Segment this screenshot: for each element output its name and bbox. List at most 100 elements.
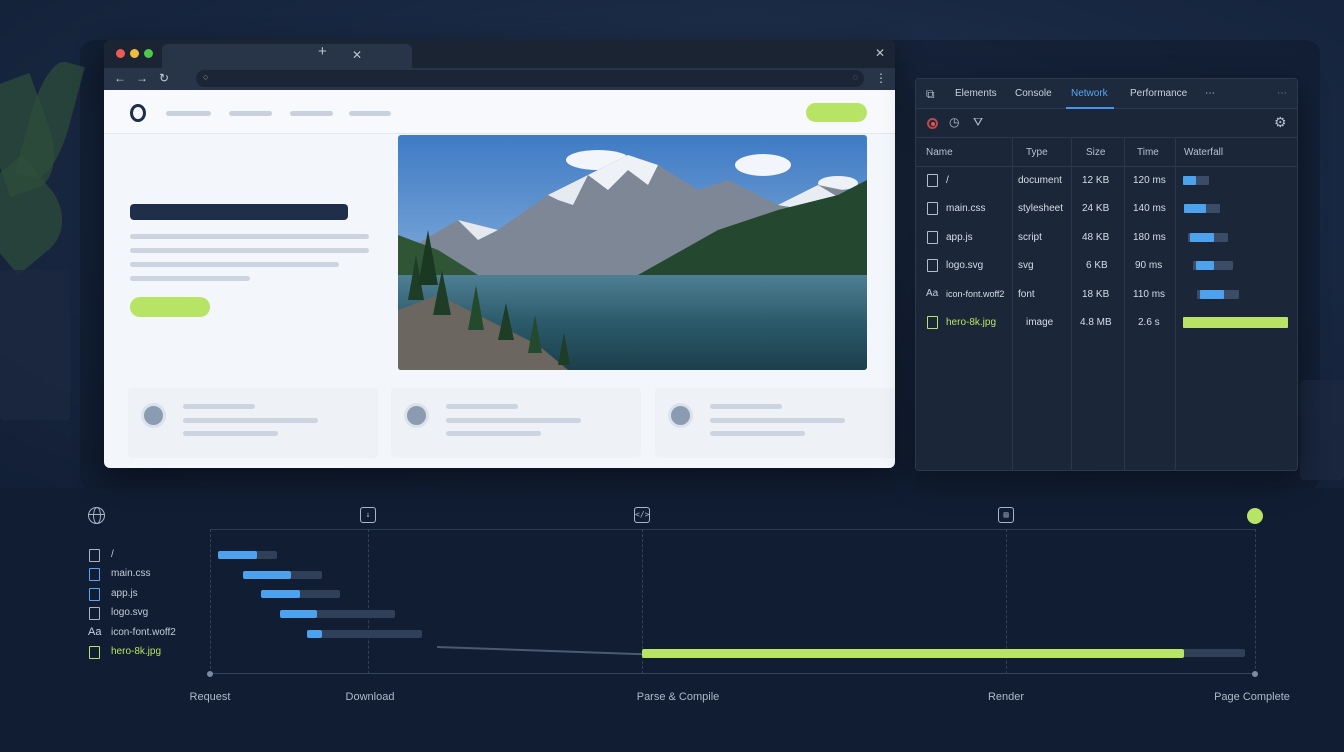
stage-label-download: Download: [345, 691, 395, 703]
globe-icon: [88, 507, 105, 524]
request-time: 140 ms: [1133, 203, 1166, 214]
stage-guide-line: [368, 529, 369, 674]
column-header-name[interactable]: Name: [926, 147, 953, 158]
gear-icon[interactable]: ⚙: [1274, 114, 1287, 131]
waterfall-bar: [1183, 317, 1288, 328]
request-name: icon-font.woff2: [946, 289, 1005, 299]
avatar: [668, 403, 693, 428]
request-name: hero-8k.jpg: [946, 317, 997, 328]
browser-tab[interactable]: ✕: [162, 44, 412, 68]
network-toolbar: ◷ ⛛ ⚙: [916, 109, 1297, 138]
nav-link-placeholder[interactable]: [166, 111, 211, 116]
clear-icon[interactable]: ◷: [949, 115, 959, 129]
forward-icon[interactable]: →: [136, 71, 148, 85]
font-icon: Aa: [88, 626, 102, 638]
request-type: stylesheet: [1018, 203, 1064, 214]
hero-text-line: [130, 248, 369, 253]
request-size: 4.8 MB: [1080, 317, 1112, 328]
more-tabs-icon[interactable]: ⋯: [1205, 88, 1215, 99]
tab-elements[interactable]: Elements: [955, 88, 997, 99]
nav-link-placeholder[interactable]: [229, 111, 272, 116]
feature-card[interactable]: [655, 388, 895, 458]
card-text-line: [183, 431, 278, 436]
css-file-icon: [927, 202, 938, 215]
header-cta-button[interactable]: [806, 103, 867, 122]
maximize-window-dot[interactable]: [144, 49, 153, 58]
more-menu-icon[interactable]: ⋮: [875, 71, 887, 85]
inspect-element-icon[interactable]: ⧉: [926, 87, 935, 102]
network-request-row[interactable]: logo.svg svg 6 KB 90 ms: [916, 252, 1297, 280]
font-icon: Aa: [926, 288, 939, 299]
resource-label: app.js: [111, 588, 138, 599]
tab-performance[interactable]: Performance: [1130, 88, 1187, 99]
column-header-size[interactable]: Size: [1086, 147, 1105, 158]
network-request-row[interactable]: hero-8k.jpg image 4.8 MB 2.6 s: [916, 309, 1297, 337]
image-icon: [927, 316, 938, 329]
column-header-type[interactable]: Type: [1026, 147, 1048, 158]
column-header-time[interactable]: Time: [1137, 147, 1159, 158]
new-tab-icon[interactable]: +: [318, 43, 327, 60]
back-icon[interactable]: ←: [114, 71, 126, 85]
timeline-bar-fill: [307, 630, 322, 638]
request-type: script: [1018, 232, 1042, 243]
network-request-row[interactable]: / document 12 KB 120 ms: [916, 167, 1297, 195]
stage-guide-line: [1255, 529, 1256, 674]
hero-cta-button[interactable]: [130, 297, 210, 317]
browser-tab-bar: ✕ + ✕: [104, 40, 895, 68]
record-icon[interactable]: [927, 118, 938, 129]
css-file-icon: [89, 568, 100, 581]
network-request-row[interactable]: app.js script 48 KB 180 ms: [916, 224, 1297, 252]
feature-card[interactable]: [128, 388, 378, 458]
close-icon[interactable]: ✕: [875, 46, 885, 60]
js-file-icon: [927, 231, 938, 244]
waterfall-bar-fill: [1200, 290, 1224, 299]
close-tab-icon[interactable]: ✕: [352, 48, 362, 62]
feature-card[interactable]: [391, 388, 641, 458]
tab-console[interactable]: Console: [1015, 88, 1052, 99]
devtools-menu-icon[interactable]: ⋯: [1277, 88, 1287, 99]
page-viewport: [104, 90, 895, 468]
js-file-icon: [89, 588, 100, 601]
resource-label: hero-8k.jpg: [111, 646, 162, 657]
render-window-icon: ▤: [998, 507, 1014, 523]
image-icon: [89, 646, 100, 659]
resource-label: main.css: [111, 568, 151, 579]
card-title-placeholder: [446, 404, 518, 409]
site-info-icon[interactable]: ○: [203, 72, 208, 82]
tab-network[interactable]: Network: [1071, 88, 1108, 99]
resource-label: icon-font.woff2: [111, 627, 176, 638]
timeline-bar-fill: [280, 610, 317, 618]
nav-link-placeholder[interactable]: [290, 111, 333, 116]
minimize-window-dot[interactable]: [130, 49, 139, 58]
timeline-bar-fill: [243, 571, 291, 579]
card-text-line: [710, 418, 845, 423]
devtools-tab-bar: ⧉ Elements Console Network Performance ⋯…: [916, 79, 1297, 109]
site-logo[interactable]: [130, 104, 146, 122]
request-size: 12 KB: [1082, 175, 1110, 186]
card-title-placeholder: [183, 404, 255, 409]
reload-icon[interactable]: ↻: [159, 71, 169, 85]
request-time: 90 ms: [1135, 260, 1163, 271]
column-header-waterfall[interactable]: Waterfall: [1184, 147, 1223, 158]
avatar: [404, 403, 429, 428]
timeline-bar-fill: [261, 590, 300, 598]
network-request-row[interactable]: Aa icon-font.woff2 font 18 KB 110 ms: [916, 281, 1297, 309]
close-window-dot[interactable]: [116, 49, 125, 58]
image-icon: [89, 607, 100, 620]
hero-title-placeholder: [130, 204, 348, 220]
request-time: 110 ms: [1133, 289, 1166, 300]
request-size: 48 KB: [1082, 232, 1110, 243]
address-bar[interactable]: ○ ◌: [196, 70, 864, 87]
mountain-lake-photo: [398, 135, 867, 370]
card-text-line: [710, 431, 805, 436]
request-time: 2.6 s: [1138, 317, 1160, 328]
filter-icon[interactable]: ⛛: [973, 115, 983, 130]
nav-link-placeholder[interactable]: [349, 111, 391, 116]
code-icon: </>: [634, 507, 650, 523]
network-request-row[interactable]: main.css stylesheet 24 KB 140 ms: [916, 195, 1297, 223]
desk-object: [1300, 380, 1344, 480]
refresh-icon[interactable]: ◌: [853, 72, 858, 82]
card-text-line: [446, 431, 541, 436]
complete-indicator: [1247, 508, 1263, 524]
request-name: main.css: [946, 203, 986, 214]
